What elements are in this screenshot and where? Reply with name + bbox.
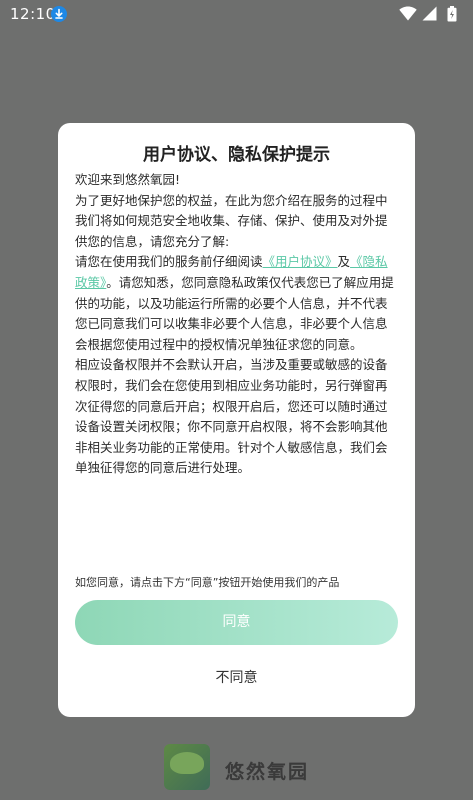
app-name: 悠然氧园 xyxy=(225,761,310,783)
app-logo xyxy=(164,744,210,790)
download-icon xyxy=(51,6,67,22)
consent-hint: 如您同意，请点击下方“同意”按钮开始使用我们的产品 xyxy=(75,576,340,589)
user-agreement-link[interactable]: 《用户协议》 xyxy=(263,254,338,269)
agreement-text-before: 请您在使用我们的服务前仔细阅读 xyxy=(75,254,263,270)
dialog-body: 欢迎来到悠然氧园! 为了更好地保护您的权益，在此为您介绍在服务的过程中我们将如何… xyxy=(75,170,395,479)
signal-icon xyxy=(422,6,437,21)
welcome-text: 欢迎来到悠然氧园! xyxy=(75,172,181,187)
disagree-button[interactable]: 不同意 xyxy=(75,664,398,692)
wifi-icon xyxy=(399,6,417,21)
status-time: 12:10 xyxy=(10,5,56,23)
agreement-text-after: 。请您知悉，您同意隐私政策仅代表您已了解应用提供的功能，以及功能运行所需的必要个… xyxy=(75,274,394,352)
status-icons xyxy=(399,6,459,22)
privacy-dialog: 用户协议、隐私保护提示 欢迎来到悠然氧园! 为了更好地保护您的权益，在此为您介绍… xyxy=(58,123,415,717)
agreement-and-text: 及 xyxy=(337,254,351,270)
agree-button[interactable]: 同意 xyxy=(75,600,398,645)
status-bar: 12:10 xyxy=(0,0,473,28)
app-logo-leaf xyxy=(170,752,204,774)
intro-paragraph: 为了更好地保护您的权益，在此为您介绍在服务的过程中我们将如何规范安全地收集、存储… xyxy=(75,192,388,249)
battery-icon xyxy=(447,6,457,22)
dialog-title: 用户协议、隐私保护提示 xyxy=(143,145,330,165)
agreement-paragraph: 请您在使用我们的服务前仔细阅读《用户协议》及《隐私政策》。请您知悉，您同意隐私政… xyxy=(75,252,395,355)
permission-paragraph: 相应设备权限并不会默认开启，当涉及重要或敏感的设备权限时，我们会在您使用到相应业… xyxy=(75,357,388,476)
